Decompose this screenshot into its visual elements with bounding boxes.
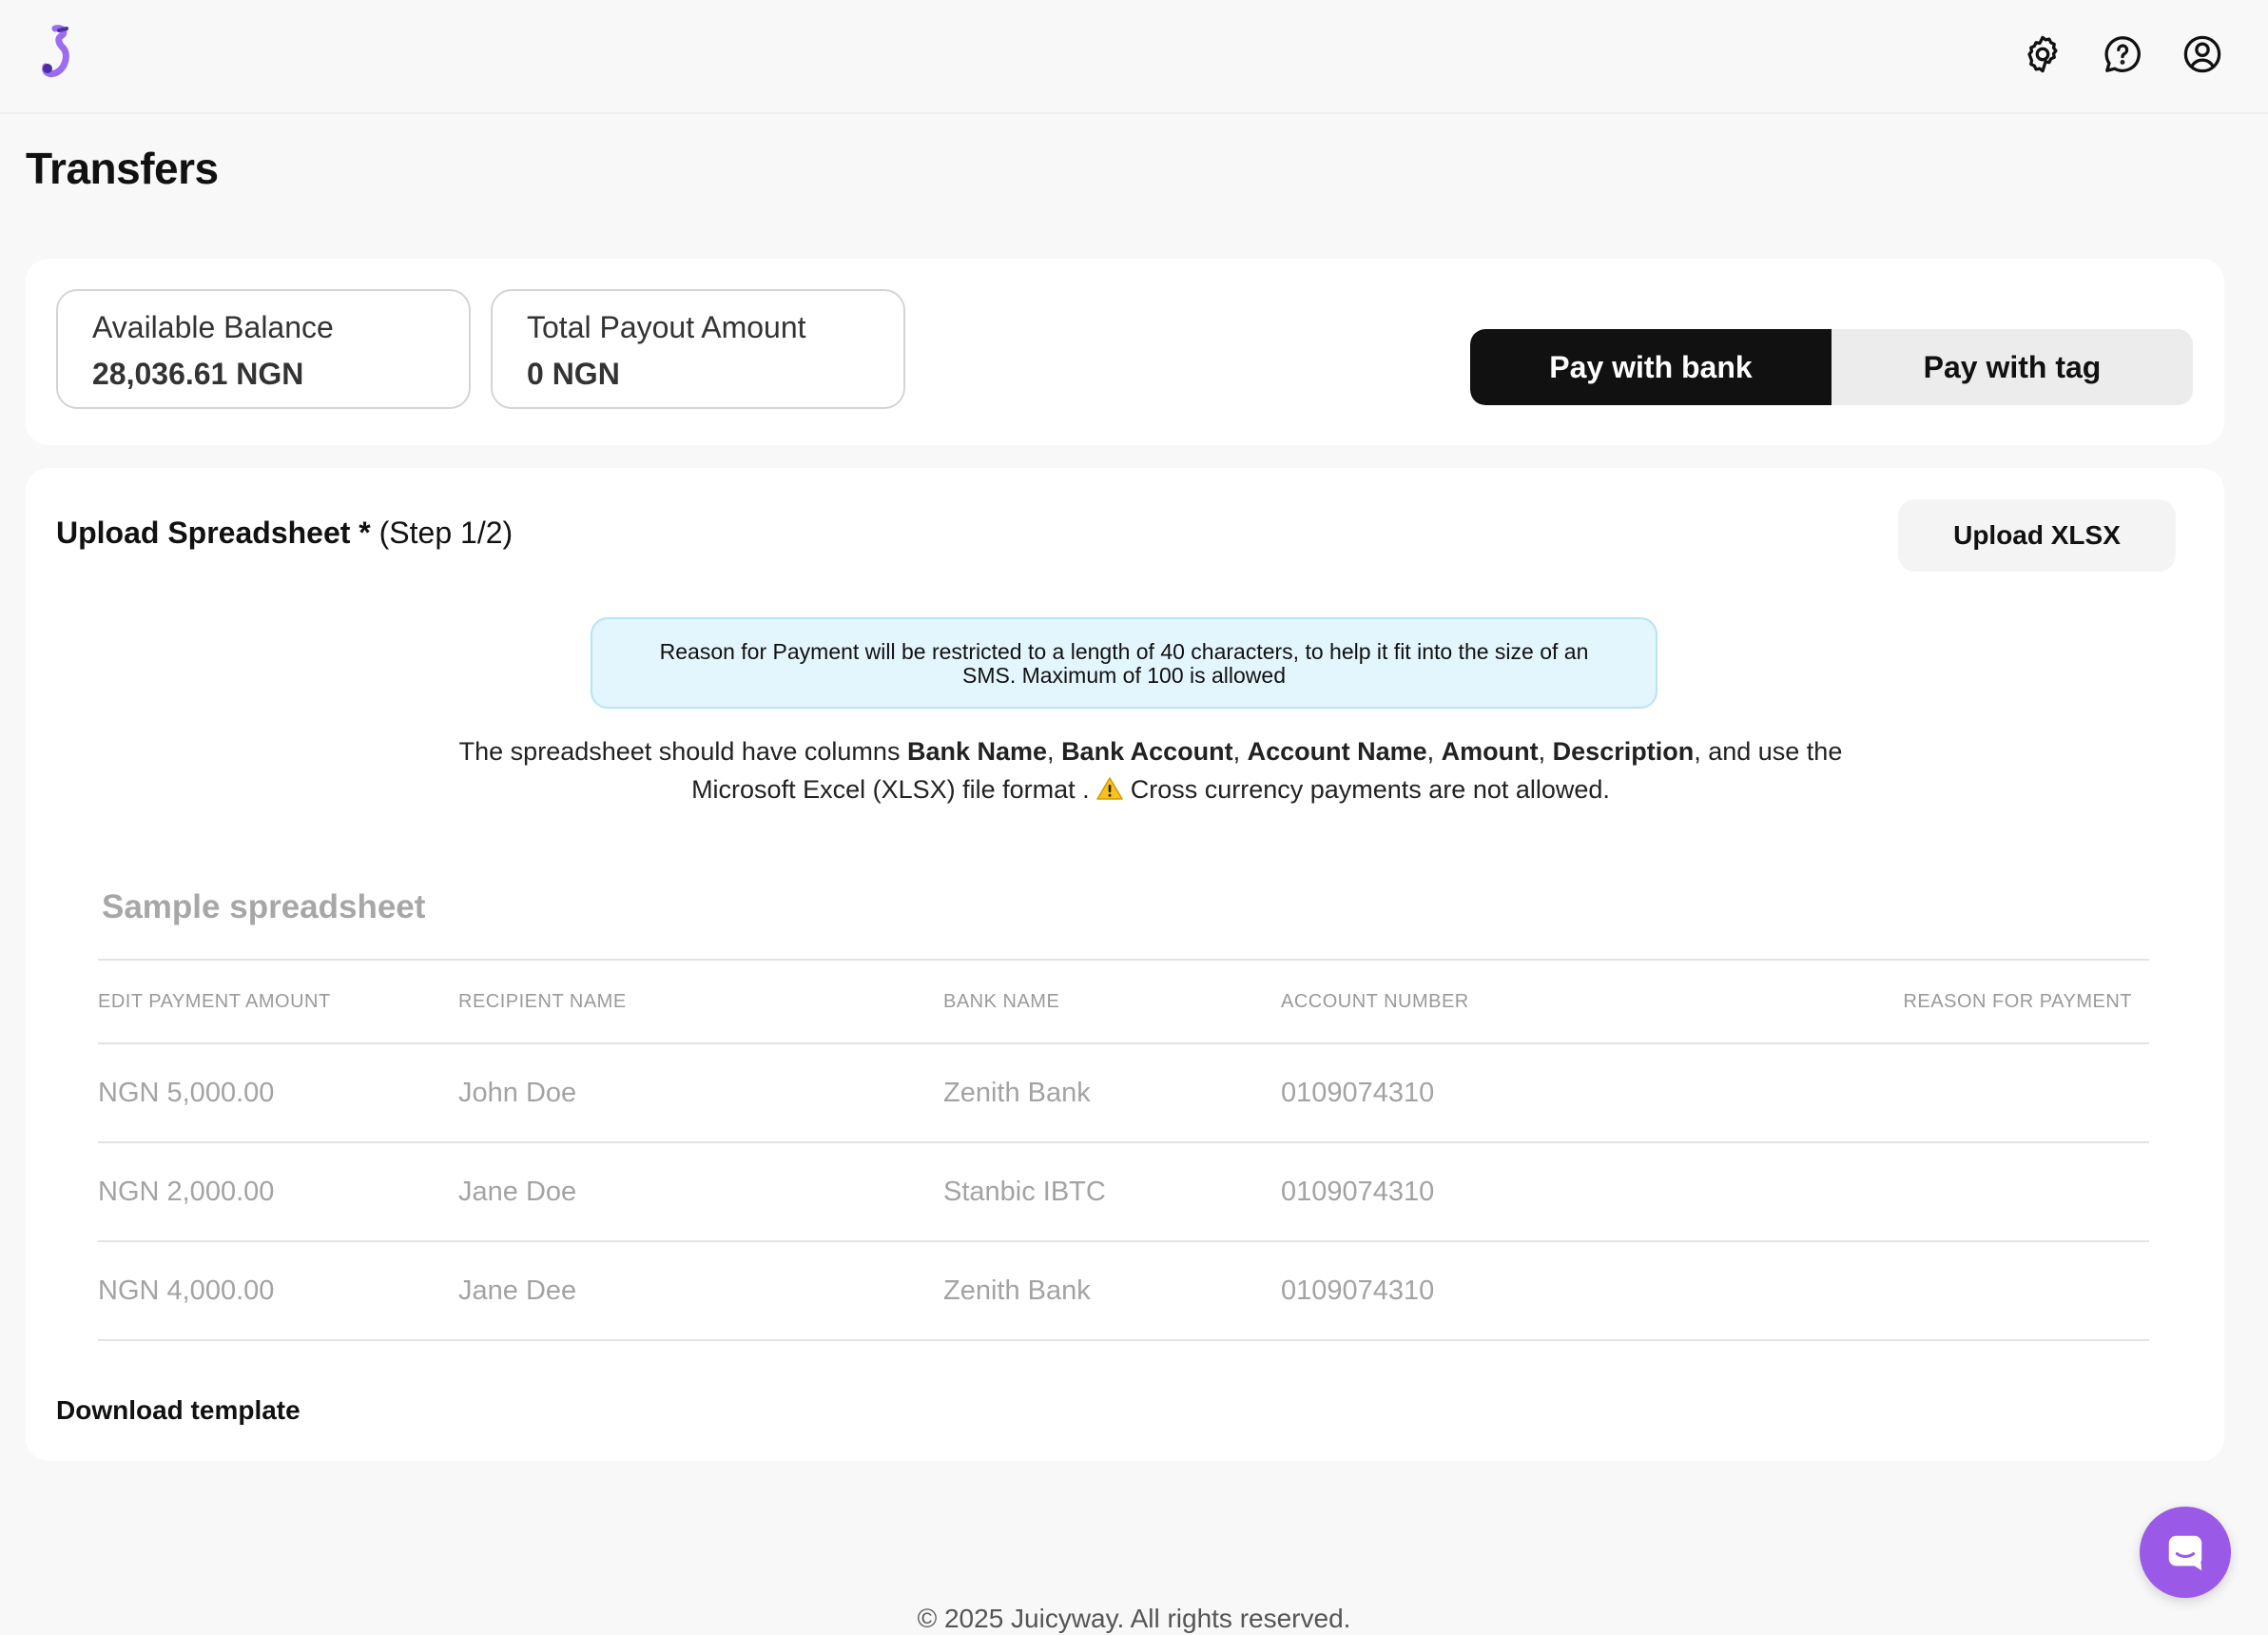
column-header: REASON FOR PAYMENT (1813, 959, 2149, 1044)
summary-card: Available Balance 28,036.61 NGN Total Pa… (26, 259, 2224, 445)
available-balance-card: Available Balance 28,036.61 NGN (56, 289, 471, 409)
download-template-link[interactable]: Download template (56, 1395, 300, 1426)
upload-title-text: Upload Spreadsheet * (56, 516, 371, 550)
payment-amount-cell: NGN 2,000.00 (98, 1142, 458, 1242)
payment-amount-cell: NGN 4,000.00 (98, 1241, 458, 1341)
table-header-row: EDIT PAYMENT AMOUNT RECIPIENT NAME BANK … (98, 959, 2149, 1044)
cross-currency-warning: Cross currency payments are not allowed. (1130, 775, 1610, 804)
account-number-cell: 0109074310 (1281, 1043, 1813, 1143)
table-row: NGN 2,000.00 Jane Doe Stanbic IBTC 01090… (98, 1142, 2149, 1242)
recipient-name-cell: John Doe (458, 1043, 943, 1143)
bank-name-cell: Stanbic IBTC (943, 1142, 1281, 1242)
reason-cell (1813, 1142, 2149, 1242)
user-account-icon[interactable] (2181, 32, 2224, 76)
gear-icon[interactable] (2021, 32, 2064, 76)
payment-amount-cell: NGN 5,000.00 (98, 1043, 458, 1143)
bank-name-cell: Zenith Bank (943, 1043, 1281, 1143)
footer-copyright: © 2025 Juicyway. All rights reserved. (917, 1604, 1351, 1633)
recipient-name-cell: Jane Doe (458, 1142, 943, 1242)
chat-bubble-icon (2168, 1535, 2202, 1571)
bank-name-cell: Zenith Bank (943, 1241, 1281, 1341)
table-row: NGN 5,000.00 John Doe Zenith Bank 010907… (98, 1043, 2149, 1143)
top-bar (0, 0, 2268, 114)
pay-with-tag-button[interactable]: Pay with tag (1832, 329, 2193, 405)
warning-icon (1096, 777, 1123, 800)
upload-card: Upload Spreadsheet * (Step 1/2) Upload X… (26, 468, 2224, 1461)
pay-method-toggle: Pay with bank Pay with tag (1470, 329, 2193, 405)
total-payout-label: Total Payout Amount (527, 310, 806, 344)
reason-length-notice: Reason for Payment will be restricted to… (591, 617, 1657, 709)
upload-xlsx-button[interactable]: Upload XLSX (1898, 499, 2176, 572)
pay-with-bank-button[interactable]: Pay with bank (1470, 329, 1832, 405)
juicyway-logo-icon[interactable] (38, 25, 76, 78)
page-title: Transfers (26, 144, 219, 193)
account-number-cell: 0109074310 (1281, 1142, 1813, 1242)
account-number-cell: 0109074310 (1281, 1241, 1813, 1341)
column-header: EDIT PAYMENT AMOUNT (98, 959, 458, 1044)
reason-cell (1813, 1241, 2149, 1341)
table-row: NGN 4,000.00 Jane Dee Zenith Bank 010907… (98, 1241, 2149, 1341)
available-balance-value: 28,036.61 NGN (92, 357, 304, 391)
recipient-name-cell: Jane Dee (458, 1241, 943, 1341)
column-header: BANK NAME (943, 959, 1281, 1044)
column-header: ACCOUNT NUMBER (1281, 959, 1813, 1044)
sample-spreadsheet-title: Sample spreadsheet (102, 888, 426, 925)
help-chat-icon[interactable] (2101, 32, 2144, 76)
available-balance-label: Available Balance (92, 310, 334, 344)
reason-cell (1813, 1043, 2149, 1143)
total-payout-card: Total Payout Amount 0 NGN (491, 289, 905, 409)
column-description: Description (1552, 737, 1695, 766)
sample-spreadsheet-table: EDIT PAYMENT AMOUNT RECIPIENT NAME BANK … (98, 959, 2149, 1341)
upload-step: (Step 1/2) (378, 516, 514, 550)
column-header: RECIPIENT NAME (458, 959, 943, 1044)
upload-title: Upload Spreadsheet * (Step 1/2) (56, 516, 513, 551)
spreadsheet-instructions: The spreadsheet should have columns Bank… (458, 737, 1843, 804)
total-payout-value: 0 NGN (527, 357, 620, 391)
instructions-prefix: The spreadsheet should have columns (458, 737, 901, 766)
column-amount: Amount (1441, 737, 1539, 766)
column-bank-name: Bank Name (906, 737, 1048, 766)
column-bank-account: Bank Account (1061, 737, 1233, 766)
column-account-name: Account Name (1247, 737, 1427, 766)
chat-launcher-button[interactable] (2140, 1507, 2231, 1598)
